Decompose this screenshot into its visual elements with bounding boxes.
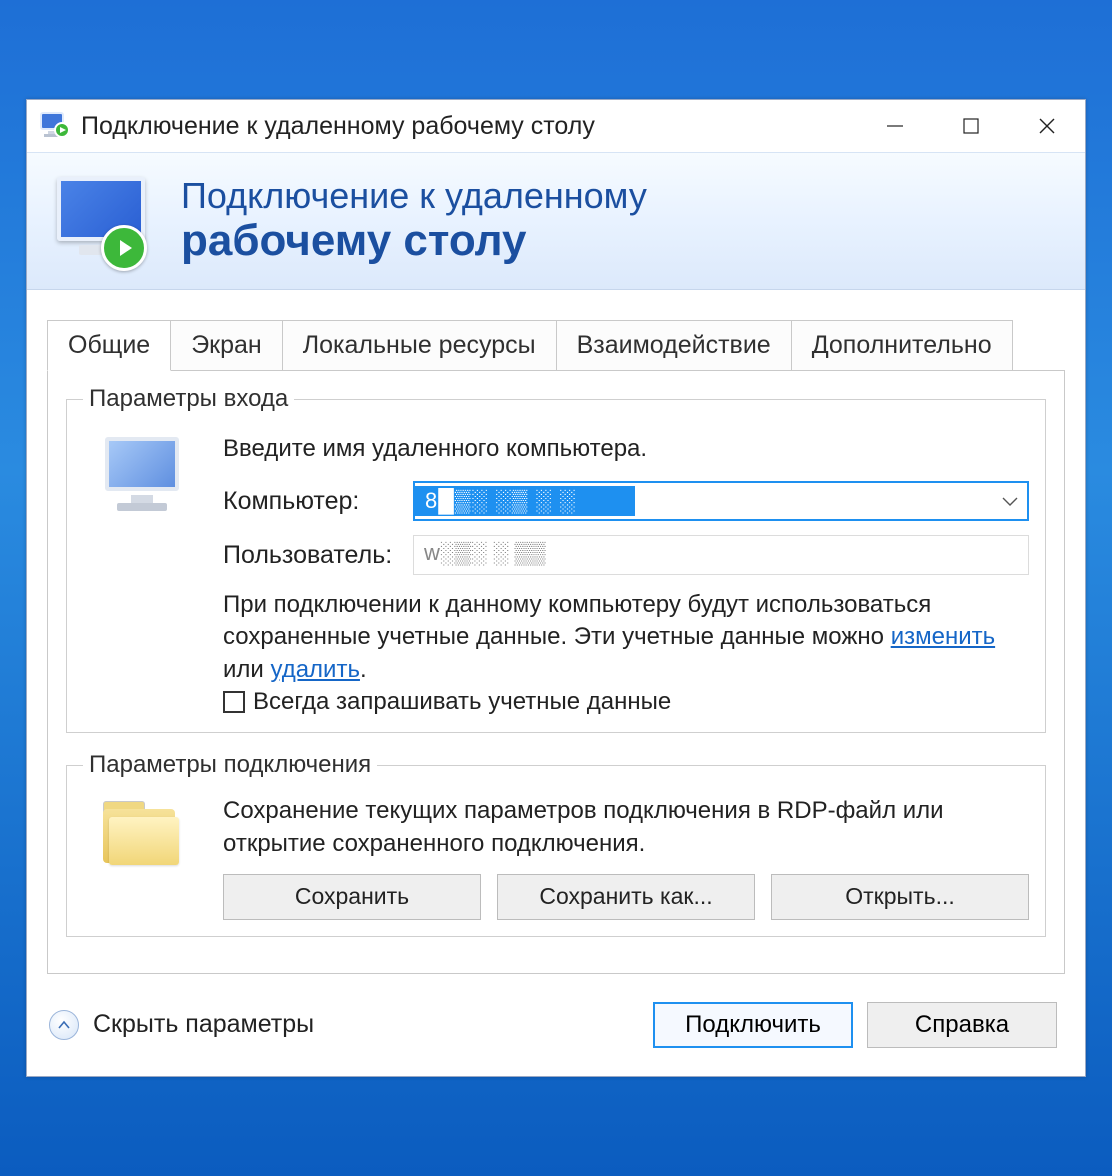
help-button[interactable]: Справка xyxy=(867,1002,1057,1048)
banner-line2: рабочему столу xyxy=(181,216,647,267)
user-field[interactable]: w░▒░ ░ ▒▒ xyxy=(413,535,1029,575)
banner-title: Подключение к удаленному рабочему столу xyxy=(181,175,647,267)
connect-button[interactable]: Подключить xyxy=(653,1002,853,1048)
collapse-options-button[interactable] xyxy=(49,1010,79,1040)
connection-group: Параметры подключения Сохранение текущих… xyxy=(66,751,1046,937)
app-icon xyxy=(35,112,77,140)
login-group: Параметры входа Введите имя удаленного к… xyxy=(66,385,1046,733)
toggle-options-label[interactable]: Скрыть параметры xyxy=(93,1010,314,1039)
tab-display[interactable]: Экран xyxy=(170,320,283,370)
open-button[interactable]: Открыть... xyxy=(771,874,1029,920)
close-button[interactable] xyxy=(1009,100,1085,152)
always-ask-label: Всегда запрашивать учетные данные xyxy=(253,688,671,716)
rdp-logo-icon xyxy=(51,171,161,271)
titlebar: Подключение к удаленному рабочему столу xyxy=(27,100,1085,152)
computer-icon xyxy=(83,429,203,716)
tab-advanced[interactable]: Дополнительно xyxy=(791,320,1013,370)
save-as-button[interactable]: Сохранить как... xyxy=(497,874,755,920)
delete-credentials-link[interactable]: удалить xyxy=(270,656,359,683)
folder-icon xyxy=(83,795,203,920)
header-banner: Подключение к удаленному рабочему столу xyxy=(27,152,1085,290)
banner-line1: Подключение к удаленному xyxy=(181,175,647,216)
login-legend: Параметры входа xyxy=(83,385,294,413)
rdp-window: Подключение к удаленному рабочему столу … xyxy=(26,99,1086,1077)
connection-legend: Параметры подключения xyxy=(83,751,377,779)
computer-label: Компьютер: xyxy=(223,487,403,516)
minimize-button[interactable] xyxy=(857,100,933,152)
chevron-down-icon[interactable] xyxy=(1001,487,1019,515)
tab-general[interactable]: Общие xyxy=(47,320,171,371)
tab-content: Параметры входа Введите имя удаленного к… xyxy=(47,370,1065,974)
always-ask-checkbox[interactable] xyxy=(223,691,245,713)
window-title: Подключение к удаленному рабочему столу xyxy=(77,112,595,141)
save-button[interactable]: Сохранить xyxy=(223,874,481,920)
maximize-button[interactable] xyxy=(933,100,1009,152)
footer: Скрыть параметры Подключить Справка xyxy=(27,974,1085,1076)
computer-combo[interactable]: 8█▒░ ░▒ ░ ░ xyxy=(413,481,1029,521)
tab-experience[interactable]: Взаимодействие xyxy=(556,320,792,370)
credentials-note: При подключении к данному компьютеру буд… xyxy=(223,589,1029,686)
computer-value: 8█▒░ ░▒ ░ ░ xyxy=(415,486,635,516)
user-label: Пользователь: xyxy=(223,541,403,570)
tab-strip: Общие Экран Локальные ресурсы Взаимодейс… xyxy=(27,290,1085,370)
login-prompt: Введите имя удаленного компьютера. xyxy=(223,435,1029,463)
connection-desc: Сохранение текущих параметров подключени… xyxy=(223,795,1029,860)
edit-credentials-link[interactable]: изменить xyxy=(891,623,995,650)
tab-local-resources[interactable]: Локальные ресурсы xyxy=(282,320,557,370)
